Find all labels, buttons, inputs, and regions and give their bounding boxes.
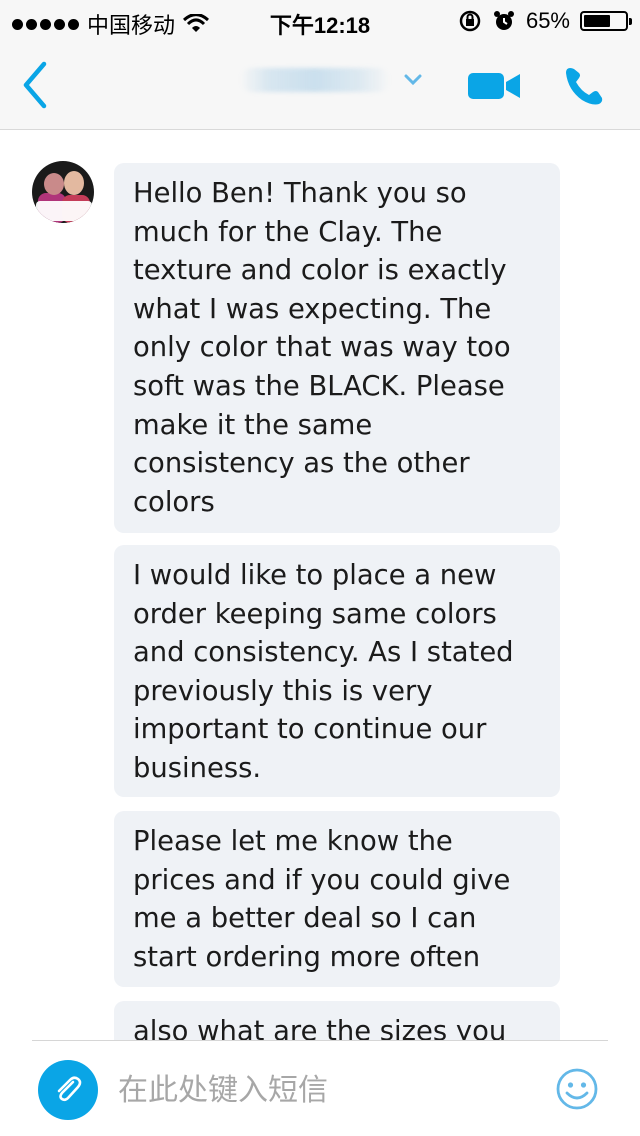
chevron-down-icon (404, 74, 422, 86)
battery-percent: 65% (525, 8, 570, 33)
chat-header (0, 42, 640, 130)
attach-button[interactable] (38, 1060, 98, 1120)
status-bar: 中国移动 下午12:18 65% (0, 0, 640, 42)
message-composer (0, 1040, 640, 1136)
emoji-button[interactable] (554, 1066, 600, 1112)
paperclip-icon (57, 1076, 82, 1102)
status-right: 65% (458, 8, 632, 34)
composer-divider (32, 1040, 608, 1041)
message-bubble[interactable]: also what are the sizes you (114, 1001, 560, 1040)
contact-name-redacted (240, 68, 390, 92)
chevron-left-icon (23, 61, 47, 109)
avatar[interactable] (32, 161, 94, 223)
message-list[interactable]: Hello Ben! Thank you so much for the Cla… (0, 131, 640, 1040)
back-button[interactable] (16, 60, 56, 110)
message-bubble[interactable]: Hello Ben! Thank you so much for the Cla… (114, 163, 560, 533)
message-input[interactable] (118, 1064, 538, 1116)
battery-level (584, 15, 610, 27)
message-bubble[interactable]: Please let me know the prices and if you… (114, 811, 560, 987)
battery-icon (580, 11, 632, 31)
rotation-lock-icon (459, 10, 481, 32)
smiley-icon (556, 1068, 598, 1110)
contact-title-button[interactable] (240, 68, 422, 92)
alarm-icon (493, 11, 514, 30)
video-camera-icon (468, 73, 520, 99)
phone-icon (566, 68, 603, 105)
audio-call-button[interactable] (562, 64, 606, 108)
message-bubble[interactable]: I would like to place a new order keepin… (114, 545, 560, 797)
video-call-button[interactable] (466, 68, 522, 104)
